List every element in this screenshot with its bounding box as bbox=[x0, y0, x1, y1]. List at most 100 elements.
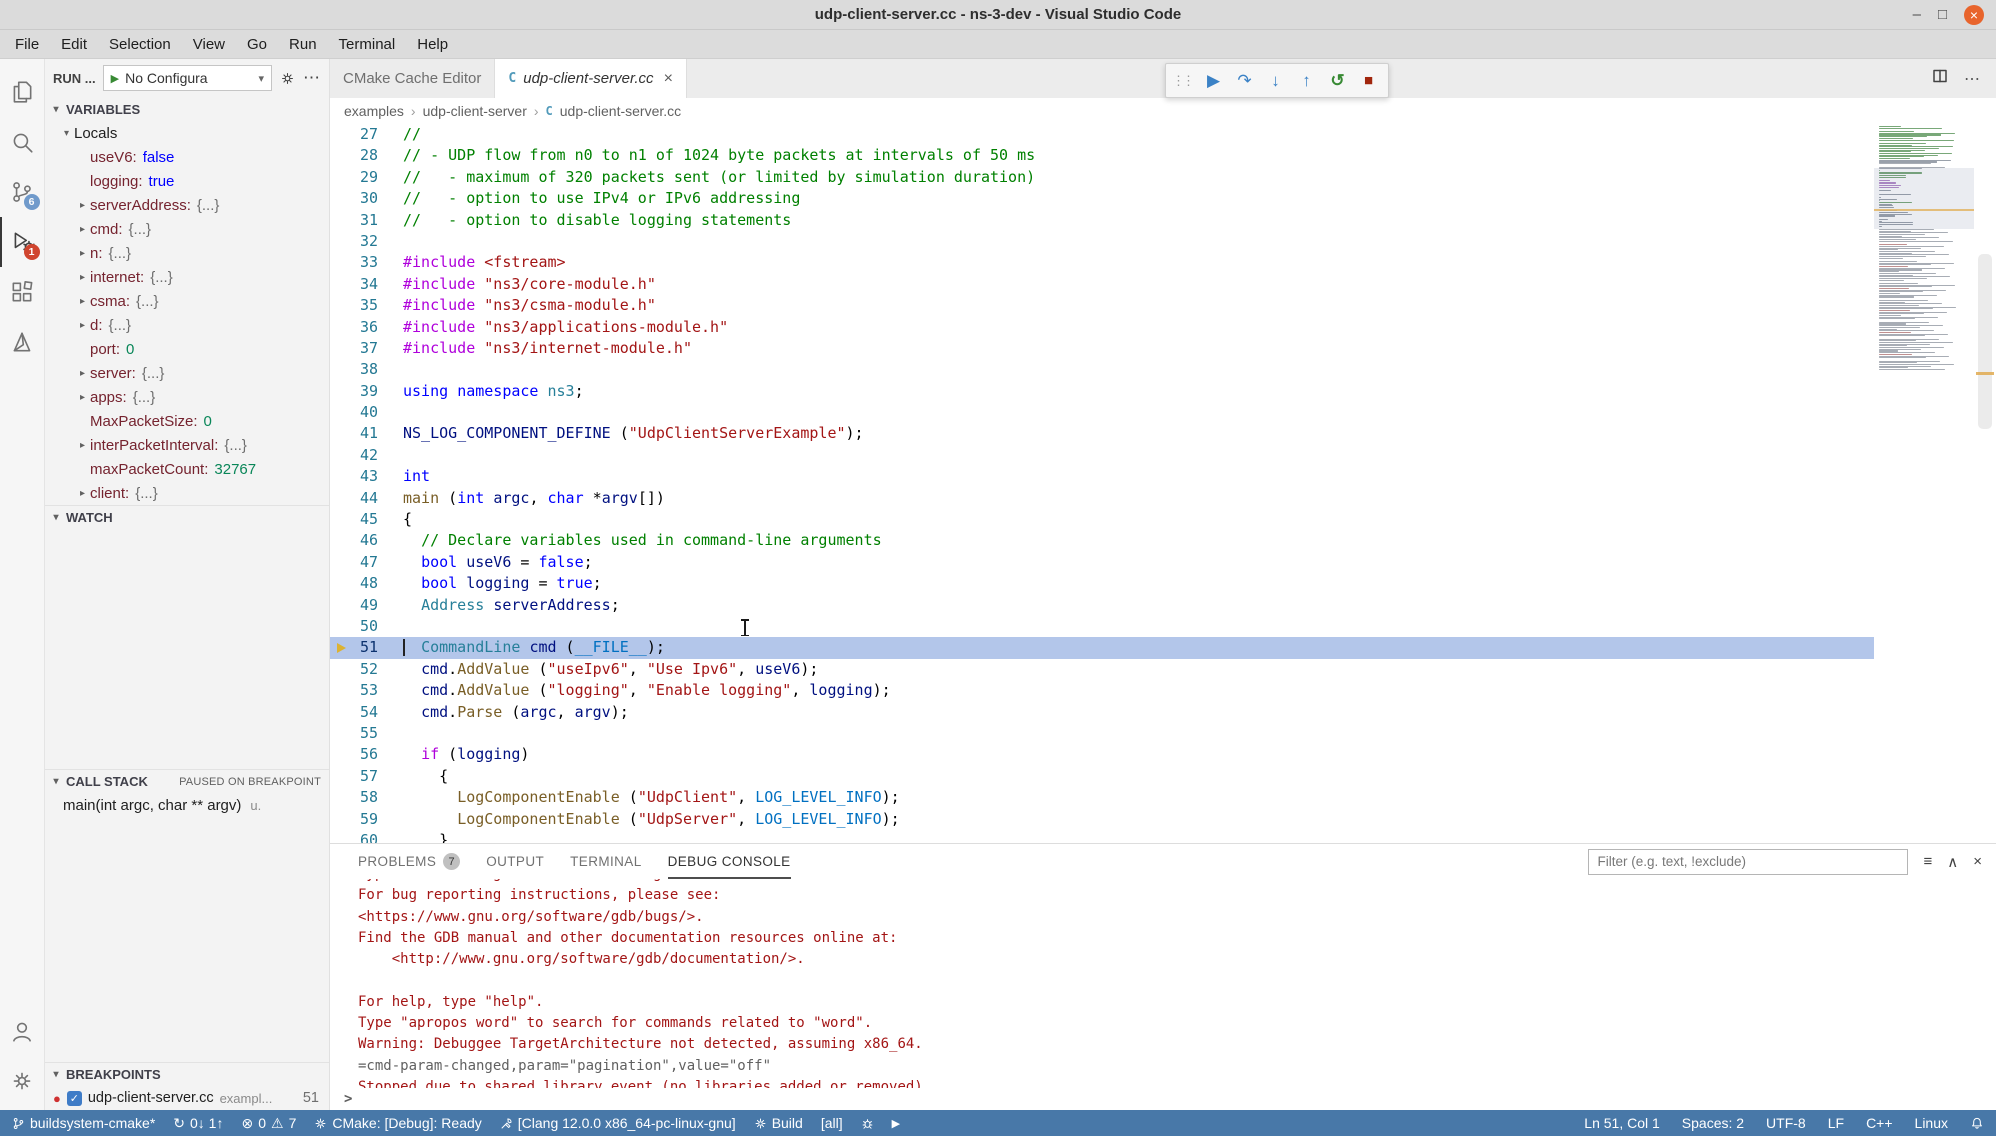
breakpoint-gutter[interactable] bbox=[330, 616, 356, 637]
breakpoint-gutter[interactable] bbox=[330, 488, 356, 509]
sync-changes-item[interactable]: ↻ 0↓ 1↑ bbox=[173, 1115, 223, 1132]
breadcrumb-file[interactable]: udp-client-server.cc bbox=[560, 103, 681, 119]
code-line-55[interactable]: 55 bbox=[330, 723, 1874, 744]
variable-interPacketInterval[interactable]: ▸interPacketInterval:{...} bbox=[45, 433, 329, 457]
variable-serverAddress[interactable]: ▸serverAddress:{...} bbox=[45, 193, 329, 217]
debug-settings-gear-icon[interactable] bbox=[279, 70, 296, 87]
code-line-58[interactable]: 58 LogComponentEnable ("UdpClient", LOG_… bbox=[330, 787, 1874, 808]
code-line-32[interactable]: 32 bbox=[330, 231, 1874, 252]
git-branch-item[interactable]: buildsystem-cmake* bbox=[12, 1115, 155, 1131]
menu-view[interactable]: View bbox=[182, 36, 236, 53]
code-line-41[interactable]: 41NS_LOG_COMPONENT_DEFINE ("UdpClientSer… bbox=[330, 423, 1874, 444]
variable-cmd[interactable]: ▸cmd:{...} bbox=[45, 217, 329, 241]
extensions-icon[interactable] bbox=[0, 267, 45, 317]
code-line-45[interactable]: 45{ bbox=[330, 509, 1874, 530]
breakpoint-gutter[interactable] bbox=[330, 723, 356, 744]
breakpoint-gutter[interactable] bbox=[330, 552, 356, 573]
source-control-icon[interactable]: 6 bbox=[0, 167, 45, 217]
variable-csma[interactable]: ▸csma:{...} bbox=[45, 289, 329, 313]
os-item[interactable]: Linux bbox=[1915, 1115, 1948, 1131]
panel-tab-terminal[interactable]: TERMINAL bbox=[570, 844, 641, 879]
cmake-icon[interactable] bbox=[0, 317, 45, 367]
menu-terminal[interactable]: Terminal bbox=[328, 36, 407, 53]
notifications-bell-item[interactable] bbox=[1970, 1116, 1984, 1130]
breakpoint-gutter[interactable] bbox=[330, 317, 356, 338]
tab-udp-client-server[interactable]: C udp-client-server.cc × bbox=[495, 59, 687, 98]
code-line-47[interactable]: 47 bool useV6 = false; bbox=[330, 552, 1874, 573]
breakpoint-gutter[interactable] bbox=[330, 702, 356, 723]
variable-apps[interactable]: ▸apps:{...} bbox=[45, 385, 329, 409]
code-line-36[interactable]: 36#include "ns3/applications-module.h" bbox=[330, 317, 1874, 338]
menu-edit[interactable]: Edit bbox=[50, 36, 98, 53]
breakpoint-gutter[interactable] bbox=[330, 252, 356, 273]
run-and-debug-icon[interactable]: 1 bbox=[0, 217, 45, 267]
step-over-button[interactable]: ↷ bbox=[1229, 71, 1260, 91]
code-line-46[interactable]: 46 // Declare variables used in command-… bbox=[330, 530, 1874, 551]
continue-button[interactable]: ▶ bbox=[1198, 71, 1229, 91]
debug-target-item[interactable] bbox=[861, 1117, 874, 1130]
close-panel-icon[interactable]: × bbox=[1973, 853, 1982, 870]
code-line-34[interactable]: 34#include "ns3/core-module.h" bbox=[330, 274, 1874, 295]
start-debug-icon[interactable]: ▶ bbox=[111, 72, 119, 85]
variable-logging[interactable]: logging:true bbox=[45, 169, 329, 193]
breakpoint-gutter[interactable] bbox=[330, 402, 356, 423]
call-stack-section-header[interactable]: ▾ CALL STACK PAUSED ON BREAKPOINT bbox=[45, 769, 329, 793]
breakpoint-gutter[interactable] bbox=[330, 167, 356, 188]
scrollbar-thumb[interactable] bbox=[1978, 254, 1992, 429]
variable-client[interactable]: ▸client:{...} bbox=[45, 481, 329, 505]
variable-n[interactable]: ▸n:{...} bbox=[45, 241, 329, 265]
scrollbar[interactable] bbox=[1974, 124, 1996, 843]
encoding-item[interactable]: UTF-8 bbox=[1766, 1115, 1806, 1131]
indentation-item[interactable]: Spaces: 2 bbox=[1682, 1115, 1744, 1131]
variable-port[interactable]: port:0 bbox=[45, 337, 329, 361]
account-icon[interactable] bbox=[0, 1006, 45, 1056]
watch-section-header[interactable]: ▾ WATCH bbox=[45, 505, 329, 529]
code-line-57[interactable]: 57 { bbox=[330, 766, 1874, 787]
variable-internet[interactable]: ▸internet:{...} bbox=[45, 265, 329, 289]
breakpoint-gutter[interactable] bbox=[330, 124, 356, 145]
console-filter-input[interactable] bbox=[1588, 849, 1908, 875]
code-line-49[interactable]: 49 Address serverAddress; bbox=[330, 595, 1874, 616]
eol-item[interactable]: LF bbox=[1828, 1115, 1844, 1131]
panel-tab-problems[interactable]: PROBLEMS7 bbox=[358, 844, 460, 879]
minimap-viewport[interactable] bbox=[1874, 168, 1974, 229]
breakpoint-gutter[interactable] bbox=[330, 274, 356, 295]
step-out-button[interactable]: ↑ bbox=[1291, 71, 1322, 91]
call-stack-frame[interactable]: main(int argc, char ** argv) u. bbox=[45, 793, 329, 817]
code-line-40[interactable]: 40 bbox=[330, 402, 1874, 423]
breadcrumb-udp-client-server[interactable]: udp-client-server bbox=[423, 103, 527, 119]
debug-config-dropdown[interactable]: ▶ No Configura ▾ bbox=[103, 65, 272, 91]
panel-tab-debug-console[interactable]: DEBUG CONSOLE bbox=[668, 844, 791, 879]
code-line-42[interactable]: 42 bbox=[330, 445, 1874, 466]
breakpoint-gutter[interactable] bbox=[330, 466, 356, 487]
split-editor-icon[interactable] bbox=[1932, 68, 1948, 89]
step-into-button[interactable]: ↓ bbox=[1260, 71, 1291, 91]
cmake-status-item[interactable]: CMake: [Debug]: Ready bbox=[314, 1115, 481, 1131]
launch-target-item[interactable]: ▶ bbox=[892, 1117, 900, 1130]
cmake-build-item[interactable]: Build bbox=[754, 1115, 803, 1131]
problems-item[interactable]: ⊗ 0 ⚠ 7 bbox=[241, 1115, 296, 1132]
close-button[interactable]: × bbox=[1964, 5, 1984, 25]
code-line-30[interactable]: 30// - option to use IPv4 or IPv6 addres… bbox=[330, 188, 1874, 209]
breakpoint-gutter[interactable] bbox=[330, 637, 356, 658]
code-editor[interactable]: 27//28// - UDP flow from n0 to n1 of 102… bbox=[330, 124, 1874, 843]
sidebar-more-actions-icon[interactable]: ⋯ bbox=[303, 68, 321, 88]
variable-useV6[interactable]: useV6:false bbox=[45, 145, 329, 169]
tab-cmake-cache-editor[interactable]: CMake Cache Editor bbox=[330, 59, 495, 98]
code-line-44[interactable]: 44main (int argc, char *argv[]) bbox=[330, 488, 1874, 509]
editor-more-actions-icon[interactable]: ⋯ bbox=[1964, 69, 1980, 89]
close-tab-icon[interactable]: × bbox=[664, 70, 673, 88]
code-line-27[interactable]: 27// bbox=[330, 124, 1874, 145]
code-line-39[interactable]: 39using namespace ns3; bbox=[330, 381, 1874, 402]
menu-file[interactable]: File bbox=[4, 36, 50, 53]
breakpoint-gutter[interactable] bbox=[330, 359, 356, 380]
code-line-60[interactable]: 60 } bbox=[330, 830, 1874, 843]
minimap[interactable] bbox=[1874, 124, 1974, 843]
code-line-48[interactable]: 48 bool logging = true; bbox=[330, 573, 1874, 594]
breakpoint-gutter[interactable] bbox=[330, 595, 356, 616]
debug-console-input[interactable]: > bbox=[330, 1088, 1996, 1110]
variable-MaxPacketSize[interactable]: MaxPacketSize:0 bbox=[45, 409, 329, 433]
cursor-position-item[interactable]: Ln 51, Col 1 bbox=[1584, 1115, 1660, 1131]
breakpoint-gutter[interactable] bbox=[330, 787, 356, 808]
breakpoint-gutter[interactable] bbox=[330, 830, 356, 843]
